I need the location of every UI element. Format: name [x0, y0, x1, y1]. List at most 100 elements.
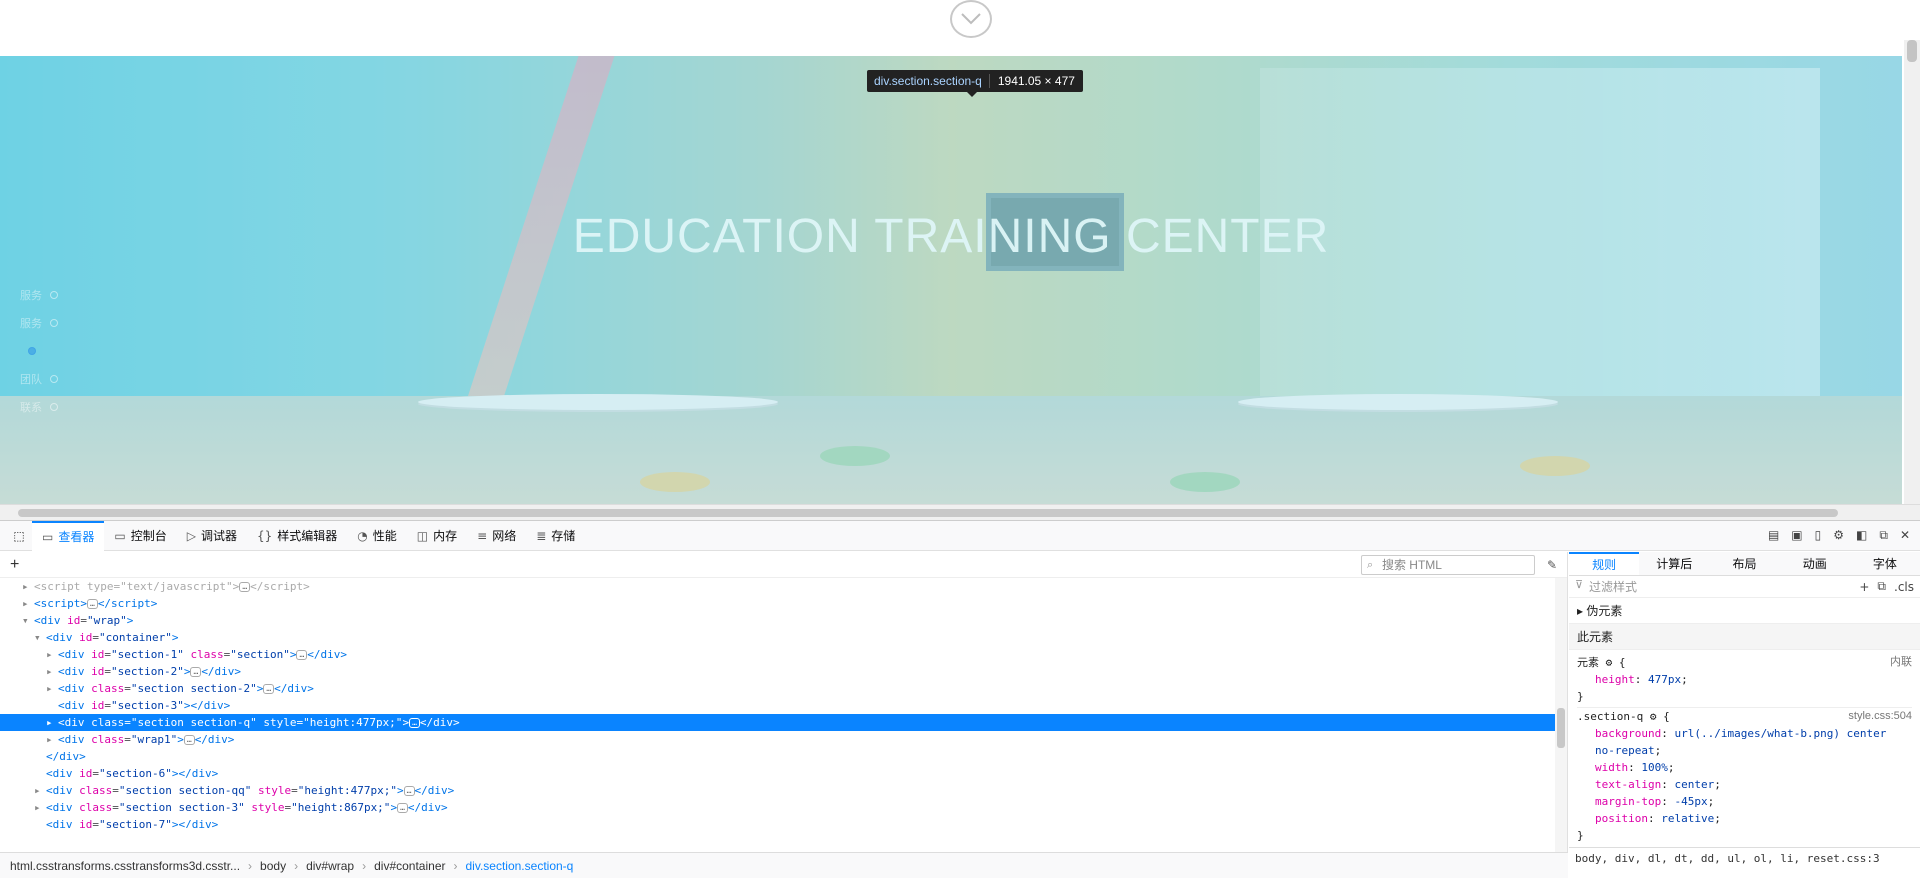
- css-declaration[interactable]: height: 477px;: [1577, 671, 1912, 688]
- side-nav-item[interactable]: 联系: [20, 393, 58, 421]
- cls-toggle[interactable]: .cls: [1894, 580, 1914, 594]
- devtools-panel: ⬚ ▭ 查看器 ▭ 控制台 ▷ 调试器 {} 样式编辑器 ◔ 性能 ◫ 内存 ≡ 网络 ≣ 存储…: [0, 520, 1920, 878]
- scrollbar-thumb[interactable]: [1557, 708, 1565, 748]
- side-nav-item[interactable]: [20, 337, 58, 365]
- network-icon: ≡: [477, 528, 488, 543]
- gear-icon[interactable]: ⚙: [1606, 656, 1613, 669]
- console-icon: ▭: [114, 528, 126, 543]
- tooltip-size: 1941.05 × 477: [988, 74, 1083, 88]
- hero-overlay: [0, 56, 1902, 504]
- css-declaration[interactable]: margin-top: -45px;: [1577, 793, 1912, 810]
- nav-dot-icon: [28, 347, 36, 355]
- css-declaration[interactable]: text-align: center;: [1577, 776, 1912, 793]
- prop-name: height: [1595, 673, 1635, 686]
- tab-network[interactable]: ≡ 网络: [467, 521, 526, 551]
- side-nav-item[interactable]: 团队: [20, 365, 58, 393]
- scrollbar-thumb[interactable]: [18, 509, 1838, 517]
- scroll-down-button[interactable]: [950, 0, 992, 38]
- add-rule-icon[interactable]: +: [1859, 580, 1869, 594]
- prop-value: 100%: [1641, 761, 1668, 774]
- search-placeholder: 搜索 HTML: [1381, 558, 1442, 572]
- pseudo-elements-toggle[interactable]: ▸ 伪元素: [1569, 598, 1920, 624]
- close-icon[interactable]: ✕: [1900, 528, 1910, 543]
- tree-row[interactable]: ▸ <div class="section section-qq" style="…: [0, 782, 1567, 799]
- side-nav-item[interactable]: 服务: [20, 281, 58, 309]
- tab-console[interactable]: ▭ 控制台: [104, 521, 176, 551]
- add-node-button[interactable]: +: [10, 556, 19, 574]
- tab-inspector[interactable]: ▭ 查看器: [32, 520, 105, 551]
- markup-toolbar: + ⌕ 搜索 HTML ✎: [0, 552, 1567, 578]
- devtools-actions: ▤ ▣ ▯ ⚙ ◧ ⧉ ✕: [1768, 528, 1920, 543]
- tab-label: 网络: [492, 529, 517, 543]
- tree-row[interactable]: ▾ <div id="container">: [0, 629, 1567, 646]
- hero-section: EDUCATION TRAINING CENTER 服务 服务 团队 联系: [0, 56, 1902, 504]
- nav-dot-icon: [50, 319, 58, 327]
- rule-header: .section-q ⚙ {style.css:504: [1577, 707, 1912, 725]
- css-declaration[interactable]: position: relative;: [1577, 810, 1912, 827]
- page-horizontal-scrollbar[interactable]: [0, 504, 1920, 520]
- side-nav-label: 服务: [20, 318, 42, 330]
- tab-animations[interactable]: 动画: [1780, 552, 1850, 575]
- tab-memory[interactable]: ◫ 内存: [407, 521, 467, 551]
- tab-computed[interactable]: 计算后: [1639, 552, 1709, 575]
- tree-row[interactable]: ▾ <div id="wrap">: [0, 612, 1567, 629]
- tab-label: 查看器: [58, 530, 95, 544]
- tab-layout[interactable]: 布局: [1709, 552, 1779, 575]
- rule-source-link[interactable]: style.css:504: [1848, 708, 1912, 725]
- toggle-pseudo-icon[interactable]: ⧉: [1877, 579, 1886, 594]
- prop-name: position: [1595, 812, 1648, 825]
- tree-row[interactable]: ▸ <div class="section section-2">… </div>: [0, 680, 1567, 697]
- scrollbar-thumb[interactable]: [1907, 40, 1917, 62]
- element-picker-icon[interactable]: ⬚: [6, 529, 32, 543]
- side-nav-label: 服务: [20, 290, 42, 302]
- tree-row[interactable]: ▸ <script type="text/javascript">… </scrip…: [0, 578, 1567, 595]
- breadcrumb-item[interactable]: body: [260, 859, 286, 873]
- nav-dot-icon: [50, 291, 58, 299]
- rule-list: 元素 ⚙ {内联 height: 477px; } .section-q ⚙ {…: [1569, 650, 1920, 850]
- search-html-input[interactable]: ⌕ 搜索 HTML: [1360, 554, 1535, 575]
- markup-scrollbar[interactable]: [1555, 578, 1567, 852]
- tab-fonts[interactable]: 字体: [1850, 552, 1920, 575]
- devtools-toolbar: ⬚ ▭ 查看器 ▭ 控制台 ▷ 调试器 {} 样式编辑器 ◔ 性能 ◫ 内存 ≡ 网络 ≣ 存储…: [0, 520, 1920, 551]
- tree-row[interactable]: ▸ <div id="section-2">… </div>: [0, 663, 1567, 680]
- settings-icon[interactable]: ⚙: [1833, 528, 1844, 543]
- filter-styles-input[interactable]: 过滤样式: [1575, 578, 1851, 596]
- tab-debugger[interactable]: ▷ 调试器: [177, 521, 247, 551]
- css-declaration[interactable]: background: url(../images/what-b.png) ce…: [1577, 725, 1912, 759]
- tab-rules[interactable]: 规则: [1569, 552, 1640, 575]
- split-console-icon[interactable]: ▣: [1791, 528, 1802, 543]
- tree-row-selected[interactable]: ▸ <div class="section section-q" style="h…: [0, 714, 1567, 731]
- breadcrumb-item-current[interactable]: div.section.section-q: [466, 859, 574, 873]
- tab-storage[interactable]: ≣ 存储: [526, 521, 585, 551]
- breadcrumb-item[interactable]: html.csstransforms.csstransforms3d.csstr…: [10, 859, 240, 873]
- breadcrumb-separator-icon: ›: [362, 858, 367, 873]
- rules-filter-bar: 过滤样式 + ⧉ .cls: [1569, 576, 1920, 598]
- tree-row[interactable]: <div id="section-6"></div>: [0, 765, 1567, 782]
- side-nav-label: 团队: [20, 374, 42, 386]
- tree-row[interactable]: </div>: [0, 748, 1567, 765]
- responsive-icon[interactable]: ▯: [1815, 528, 1822, 543]
- undock-icon[interactable]: ⧉: [1879, 528, 1888, 543]
- prop-value: 477px: [1648, 673, 1682, 686]
- eyedropper-icon[interactable]: ✎: [1547, 558, 1557, 572]
- dock-icon[interactable]: ◧: [1856, 528, 1867, 543]
- tree-row[interactable]: ▸ <div id="section-1" class="section">… </…: [0, 646, 1567, 663]
- side-nav-label: 联系: [20, 402, 42, 414]
- tab-style-editor[interactable]: {} 样式编辑器: [247, 521, 347, 551]
- tree-row[interactable]: ▸ <script>… </script>: [0, 595, 1567, 612]
- tab-performance[interactable]: ◔ 性能: [347, 521, 407, 551]
- css-declaration[interactable]: width: 100%;: [1577, 759, 1912, 776]
- tree-row[interactable]: <div id="section-3"></div>: [0, 697, 1567, 714]
- debugger-icon: ▷: [186, 528, 196, 543]
- page-vertical-scrollbar[interactable]: [1904, 40, 1920, 504]
- breadcrumb-item[interactable]: div#container: [374, 859, 445, 873]
- rules-tabs: 规则 计算后 布局 动画 字体: [1569, 552, 1920, 576]
- storage-icon: ≣: [536, 528, 547, 543]
- gear-icon[interactable]: ⚙: [1650, 710, 1657, 723]
- tree-row[interactable]: <div id="section-7"></div>: [0, 816, 1567, 828]
- breadcrumb-item[interactable]: div#wrap: [306, 859, 354, 873]
- side-nav-item[interactable]: 服务: [20, 309, 58, 337]
- tree-row[interactable]: ▸ <div class="section section-3" style="h…: [0, 799, 1567, 816]
- tree-row[interactable]: ▸ <div class="wrap1">… </div>: [0, 731, 1567, 748]
- layout-icon[interactable]: ▤: [1768, 528, 1779, 543]
